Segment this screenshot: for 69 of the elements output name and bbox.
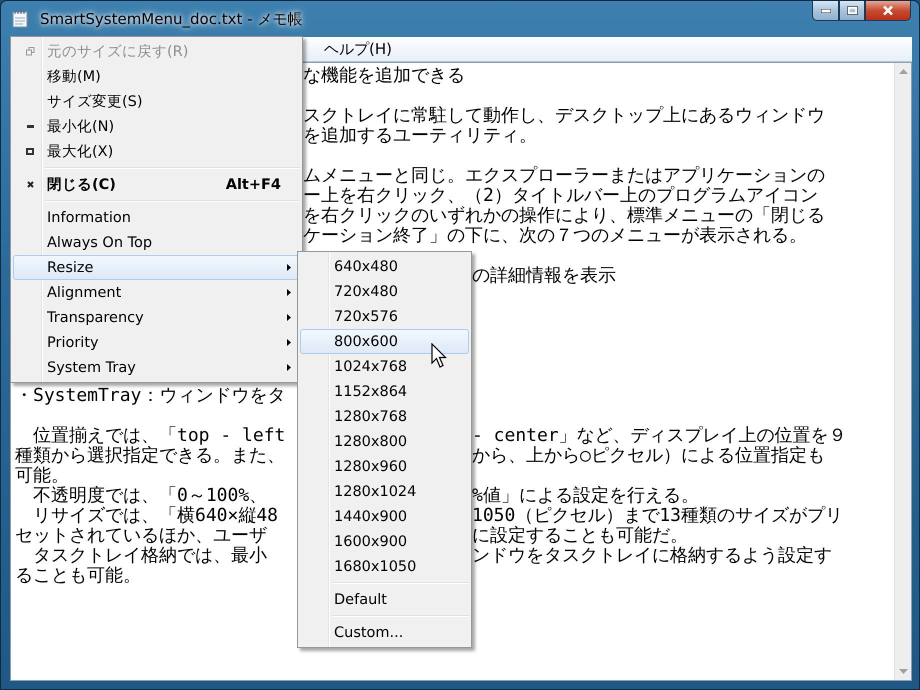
text-line: ンドウをタスクトレイに格納するよう設定す (472, 546, 833, 566)
menu-item[interactable]: 720x576 (300, 304, 469, 329)
menu-item[interactable]: 1440x900 (300, 504, 469, 529)
minimize-button[interactable] (812, 1, 839, 21)
menu-item[interactable]: 閉じる(C) Alt+F4 (13, 172, 300, 197)
menu-item[interactable]: 1280x800 (300, 429, 469, 454)
menu-item[interactable]: Priority (13, 330, 300, 355)
text-line: を右クリックのいずれかの操作により、標準メニューの「閉じる (303, 206, 826, 226)
text-line: セットされているほか、ユーザ (14, 526, 267, 546)
close-icon (26, 181, 34, 188)
menu-item[interactable]: System Tray (13, 355, 300, 380)
mouse-pointer-icon (431, 343, 447, 369)
text-line: %値」による設定を行える。 (472, 486, 700, 506)
maximize-icon (846, 6, 858, 15)
menu-bar-item[interactable]: ヘルプ(H) (318, 40, 398, 58)
text-line: から、上から○ピクセル）による位置指定も (472, 446, 826, 466)
text-line: リサイズでは、「横640×縦48 (32, 506, 278, 526)
submenu-arrow-icon (287, 364, 291, 371)
menu-item[interactable]: 1152x864 (300, 379, 469, 404)
menu-item[interactable]: Resize (13, 255, 300, 280)
text-line: 1050（ピクセル）まで13種類のサイズがプリ (472, 506, 844, 526)
menu-item[interactable]: Custom... (300, 620, 469, 645)
text-line: タスクトレイ格納では、最小 (32, 546, 267, 566)
menu-item[interactable]: 1024x768 (300, 354, 469, 379)
menu-item[interactable]: Alignment (13, 280, 300, 305)
menu-item[interactable]: 800x600 (300, 329, 469, 354)
text-line: ることも可能。 (14, 566, 141, 586)
submenu-arrow-icon (287, 264, 291, 271)
submenu-arrow-icon (287, 339, 291, 346)
menu-item[interactable]: Information (13, 205, 300, 230)
text-line: 位置揃えでは、「top - left (32, 426, 286, 446)
maximize-icon (26, 148, 34, 155)
window-title: SmartSystemMenu_doc.txt - メモ帳 (39, 10, 304, 28)
submenu-arrow-icon (287, 314, 291, 321)
text-line: を追加するユーティリティ。 (303, 126, 538, 146)
menu-item[interactable]: 最大化(X) (13, 139, 300, 164)
menu-item[interactable]: Default (300, 587, 469, 612)
minimize-icon (26, 125, 34, 128)
text-line: - center」など、ディスプレイ上の位置を９ (472, 426, 848, 446)
text-line: スクトレイに常駐して動作し、デスクトップ上にあるウィンドウ (303, 106, 826, 126)
menu-item[interactable]: Transparency (13, 305, 300, 330)
maximize-button[interactable] (839, 1, 865, 21)
text-line: に設定することも可能だ。 (472, 526, 689, 546)
menu-item[interactable]: 1600x900 (300, 529, 469, 554)
text-line: 不透明度では、「0～100%、 (32, 486, 268, 506)
menu-item[interactable]: 1280x960 (300, 454, 469, 479)
text-line: な機能を追加できる (303, 66, 466, 86)
text-line: ケーション終了」の下に、次の７つのメニューが表示される。 (303, 226, 808, 246)
minimize-icon (820, 8, 830, 12)
menu-item[interactable]: 640x480 (300, 254, 469, 279)
text-line: ムメニューと同じ。エクスプローラーまたはアプリケーションの (303, 166, 826, 186)
menu-item[interactable]: 最小化(N) (13, 114, 300, 139)
menu-item[interactable]: 1680x1050 (300, 554, 469, 579)
menu-item[interactable]: サイズ変更(S) (13, 89, 300, 114)
text-line: ー上を右クリック、（2）タイトルバー上のプログラムアイコン (303, 186, 819, 206)
text-line: 可能。 (14, 466, 69, 486)
submenu-arrow-icon (287, 289, 291, 296)
menu-item[interactable]: Always On Top (13, 230, 300, 255)
menu-item[interactable]: 1280x1024 (300, 479, 469, 504)
close-icon (882, 5, 894, 16)
text-line: ・SystemTray：ウィンドウをタ (14, 386, 286, 406)
text-line: 種類から選択指定できる。また、 (14, 446, 285, 466)
menu-item[interactable]: 移動(M) (13, 64, 300, 89)
menu-item[interactable]: 1280x768 (300, 404, 469, 429)
notepad-icon (12, 10, 28, 28)
menu-item[interactable]: 720x480 (300, 279, 469, 304)
restore-icon (26, 47, 34, 56)
close-button[interactable] (865, 1, 911, 21)
text-line: の詳細情報を表示 (472, 266, 617, 286)
